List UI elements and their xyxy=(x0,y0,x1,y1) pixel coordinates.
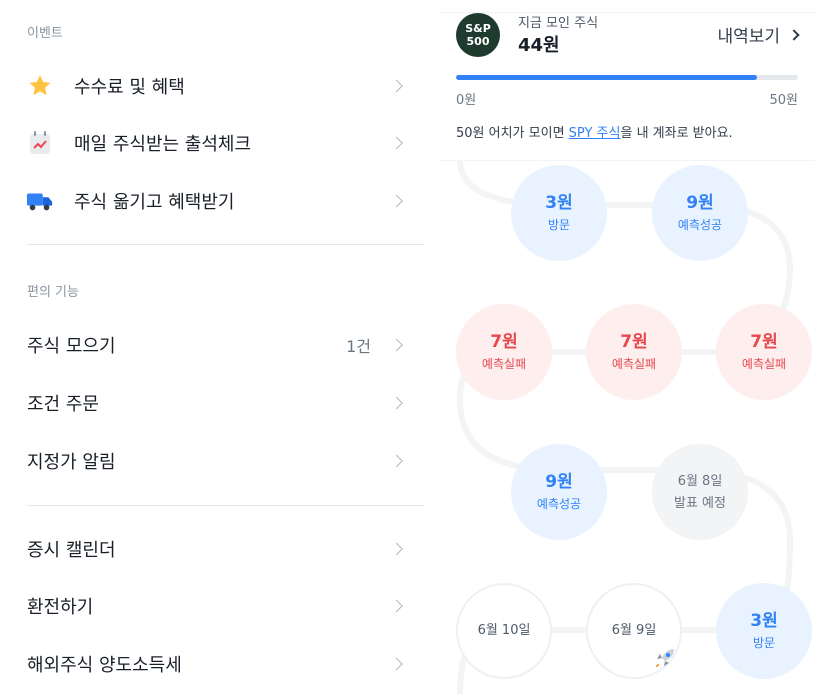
chevron-right-icon xyxy=(390,657,403,671)
features-section-label: 편의 기능 xyxy=(27,285,79,300)
collected-value: 44원 xyxy=(518,35,560,56)
menu-item-label: 조건 주문 xyxy=(27,394,99,415)
truck-icon xyxy=(26,187,54,215)
goal-description: 50원 어치가 모이면 SPY 주식을 내 계좌로 받아요. xyxy=(456,122,733,141)
menu-item-label: 지정가 알림 xyxy=(27,452,116,473)
menu-item-attendance-check[interactable]: 매일 주식받는 출석체크 xyxy=(0,115,425,171)
divider xyxy=(440,12,815,13)
node-date: 6월 9일 xyxy=(611,623,657,638)
chevron-right-icon xyxy=(390,338,403,352)
reward-node[interactable]: 7원 예측실패 xyxy=(456,304,552,400)
reward-node[interactable]: 9원 예측성공 xyxy=(652,165,748,261)
chevron-right-icon xyxy=(788,28,800,41)
menu-item-label: 증시 캘린더 xyxy=(27,540,116,561)
menu-item-label: 해외주식 양도소득세 xyxy=(27,655,182,676)
node-label: 예측성공 xyxy=(677,218,723,232)
node-label: 예측성공 xyxy=(536,497,582,511)
menu-panel: 이벤트 수수료 및 혜택 매일 주식받는 출석체크 주식 옮기고 혜택받기 편의… xyxy=(0,0,440,694)
menu-item-fee-benefits[interactable]: 수수료 및 혜택 xyxy=(0,58,425,114)
menu-item-currency-exchange[interactable]: 환전하기 xyxy=(0,578,425,634)
node-label: 예측실패 xyxy=(741,357,787,371)
pending-node[interactable]: 6월 8일 발표 예정 xyxy=(652,444,748,540)
progress-min: 0원 xyxy=(456,93,477,108)
chevron-right-icon xyxy=(390,396,403,410)
rocket-icon xyxy=(652,645,678,676)
node-amount: 3원 xyxy=(545,193,573,213)
menu-item-label: 수수료 및 혜택 xyxy=(74,77,185,98)
reward-node[interactable]: 7원 예측실패 xyxy=(716,304,812,400)
node-label: 방문 xyxy=(752,636,776,650)
node-amount: 9원 xyxy=(686,193,714,213)
sp500-logo: S&P 500 xyxy=(456,13,500,57)
reward-node[interactable]: 7원 예측실패 xyxy=(586,304,682,400)
history-link[interactable]: 내역보기 xyxy=(717,22,800,47)
logo-text: S&P xyxy=(465,22,491,35)
stock-collect-panel: S&P 500 지금 모인 주식 44원 내역보기 0원 50원 50원 어치가… xyxy=(440,0,822,694)
node-amount: 3원 xyxy=(750,611,778,631)
reward-node[interactable]: 9원 예측성공 xyxy=(511,444,607,540)
node-amount: 7원 xyxy=(750,332,778,352)
progress-fill xyxy=(456,75,757,80)
chevron-right-icon xyxy=(390,136,403,150)
divider xyxy=(27,244,425,245)
progress-max: 50원 xyxy=(769,93,798,108)
calendar-chart-icon xyxy=(26,129,54,157)
future-node[interactable]: 6월 10일 xyxy=(456,583,552,679)
node-label: 발표 예정 xyxy=(674,496,726,511)
menu-item-label: 매일 주식받는 출석체크 xyxy=(74,134,252,155)
node-date: 6월 8일 xyxy=(677,474,723,489)
menu-item-transfer-stocks[interactable]: 주식 옮기고 혜택받기 xyxy=(0,173,425,229)
events-section-label: 이벤트 xyxy=(27,26,63,41)
collected-label: 지금 모인 주식 xyxy=(518,16,599,31)
progress-bar xyxy=(456,75,798,80)
chevron-right-icon xyxy=(390,599,403,613)
menu-item-conditional-order[interactable]: 조건 주문 xyxy=(0,375,425,431)
logo-text: 500 xyxy=(466,35,490,48)
node-label: 예측실패 xyxy=(611,357,657,371)
chevron-right-icon xyxy=(390,79,403,93)
node-amount: 9원 xyxy=(545,472,573,492)
menu-item-capital-gains-tax[interactable]: 해외주식 양도소득세 xyxy=(0,636,425,692)
chevron-right-icon xyxy=(390,542,403,556)
menu-item-label: 주식 모으기 xyxy=(27,336,116,357)
reward-node[interactable]: 3원 방문 xyxy=(716,583,812,679)
history-label: 내역보기 xyxy=(717,27,780,47)
menu-item-stock-collect[interactable]: 주식 모으기 1건 xyxy=(0,317,425,373)
spy-stock-link[interactable]: SPY 주식 xyxy=(569,126,621,141)
chevron-right-icon xyxy=(390,194,403,208)
menu-item-market-calendar[interactable]: 증시 캘린더 xyxy=(0,521,425,577)
node-amount: 7원 xyxy=(620,332,648,352)
menu-item-label: 주식 옮기고 혜택받기 xyxy=(74,192,235,213)
node-label: 방문 xyxy=(547,218,571,232)
desc-text: 을 내 계좌로 받아요. xyxy=(620,126,733,141)
node-label: 예측실패 xyxy=(481,357,527,371)
desc-text: 50원 어치가 모이면 xyxy=(456,126,569,141)
menu-item-price-alert[interactable]: 지정가 알림 xyxy=(0,433,425,489)
menu-item-label: 환전하기 xyxy=(27,597,94,618)
star-icon xyxy=(26,72,54,100)
divider xyxy=(27,505,425,506)
chevron-right-icon xyxy=(390,454,403,468)
reward-node[interactable]: 3원 방문 xyxy=(511,165,607,261)
node-date: 6월 10일 xyxy=(477,623,531,638)
node-amount: 7원 xyxy=(490,332,518,352)
count-badge: 1건 xyxy=(346,337,371,356)
